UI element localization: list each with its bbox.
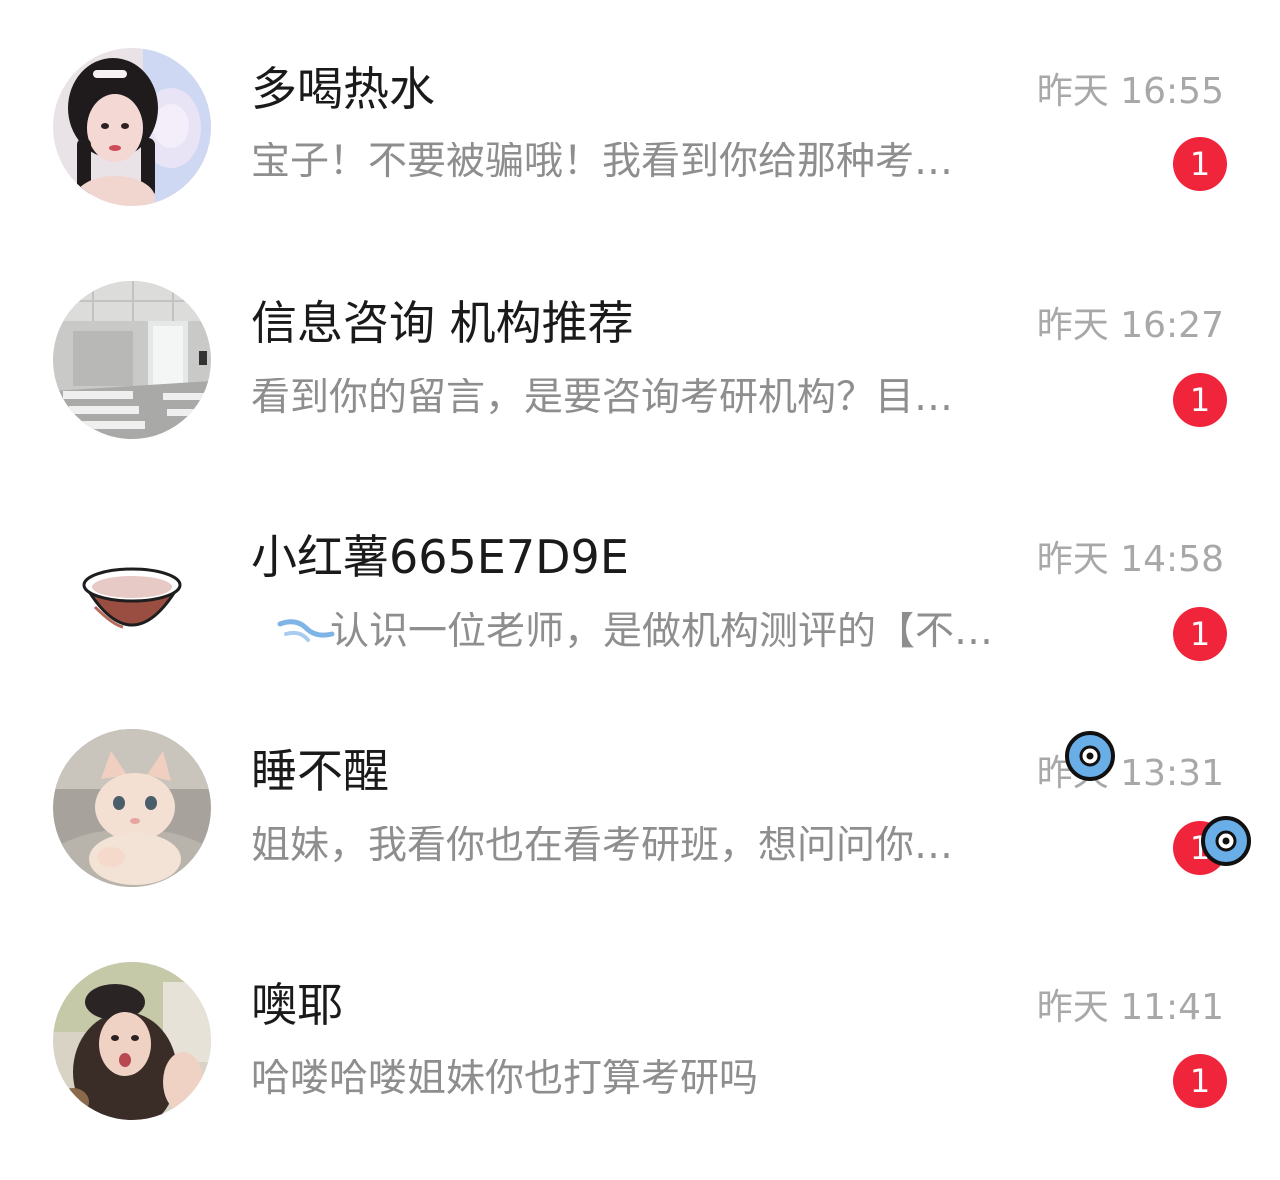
unread-badge: 1 — [1173, 607, 1227, 661]
conversation-name: 睡不醒 — [251, 744, 389, 798]
conversation-name: 多喝热水 — [251, 62, 435, 116]
conversation-name: 小红薯665E7D9E — [251, 530, 629, 584]
conversation-row[interactable]: 多喝热水 昨天 16:55 宝子！不要被骗哦！我看到你给那种考… 1 — [0, 30, 1280, 264]
conversation-row[interactable]: 噢耶 昨天 11:41 哈喽哈喽姐妹你也打算考研吗 1 — [0, 946, 1280, 1180]
conversation-name: 噢耶 — [251, 978, 343, 1032]
eye-sticker-icon — [1065, 731, 1115, 781]
conversation-time: 昨天 16:55 — [1036, 71, 1224, 112]
unread-badge: 1 — [1173, 373, 1227, 427]
message-list: 多喝热水 昨天 16:55 宝子！不要被骗哦！我看到你给那种考… 1 信息咨询 … — [0, 0, 1280, 1151]
girl-selfie-avatar[interactable] — [53, 962, 211, 1120]
conversation-row[interactable]: 睡不醒 昨天 13:31 姐妹，我看你也在看考研班，想问问你… 1 — [0, 712, 1280, 946]
conversation-row[interactable]: 信息咨询 机构推荐 昨天 16:27 看到你的留言，是要咨询考研机构？目… 1 — [0, 264, 1280, 498]
conversation-preview: 宝子！不要被骗哦！我看到你给那种考… — [251, 142, 954, 181]
eye-sticker-icon — [1201, 816, 1251, 866]
conversation-time: 昨天 14:58 — [1036, 539, 1224, 580]
conversation-time: 昨天 16:27 — [1036, 305, 1224, 346]
wave-sticker-icon — [277, 619, 335, 642]
kitten-avatar[interactable] — [53, 729, 211, 887]
girl-portrait-avatar[interactable] — [53, 48, 211, 206]
bowl-avatar[interactable] — [53, 515, 211, 673]
unread-badge: 1 — [1173, 137, 1227, 191]
conversation-time: 昨天 11:41 — [1036, 987, 1224, 1028]
conversation-preview: 认识一位老师，是做机构测评的【不… — [330, 612, 994, 651]
unread-badge: 1 — [1173, 1054, 1227, 1108]
classroom-avatar[interactable] — [53, 281, 211, 439]
conversation-name: 信息咨询 机构推荐 — [251, 296, 634, 350]
conversation-preview: 看到你的留言，是要咨询考研机构？目… — [251, 378, 954, 417]
conversation-preview: 哈喽哈喽姐妹你也打算考研吗 — [251, 1059, 759, 1098]
conversation-preview: 姐妹，我看你也在看考研班，想问问你… — [251, 826, 954, 865]
conversation-row[interactable]: 小红薯665E7D9E 昨天 14:58 认识一位老师，是做机构测评的【不… 1 — [0, 498, 1280, 732]
